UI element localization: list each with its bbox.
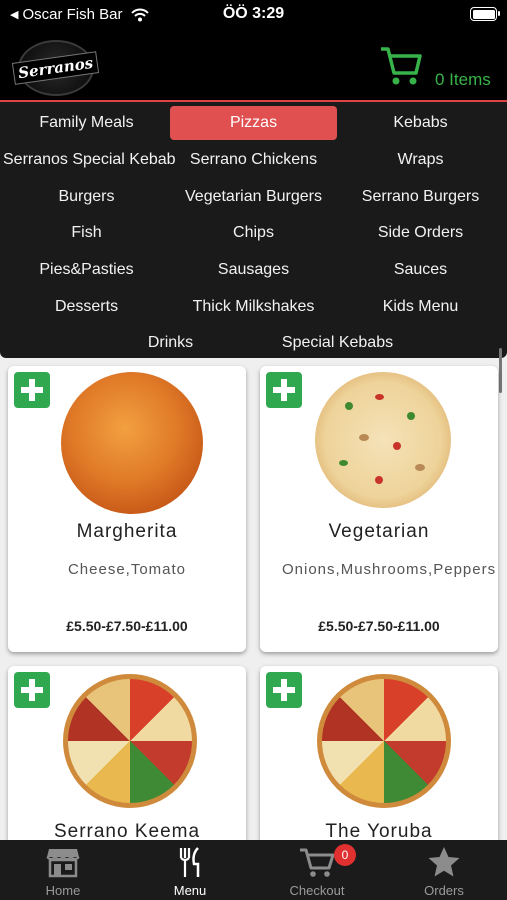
checkout-badge: 0 — [334, 844, 356, 866]
status-bar: ◀ Oscar Fish Bar ÖÖ 3:29 — [0, 0, 507, 30]
fork-knife-icon — [179, 847, 200, 877]
category-pies-pasties[interactable]: Pies&Pasties — [3, 253, 170, 287]
serrano-keema-pizza-image — [63, 674, 197, 808]
nav-checkout[interactable]: 0 Checkout — [254, 840, 380, 900]
app-header: Serranos 0 Items — [0, 30, 507, 100]
clock: ÖÖ 3:29 — [222, 5, 285, 22]
category-drinks[interactable]: Drinks — [87, 326, 254, 360]
nav-home[interactable]: Home — [0, 840, 126, 900]
margherita-pizza-image — [61, 372, 203, 514]
category-menu: Family Meals Pizzas Kebabs Serranos Spec… — [0, 100, 507, 358]
product-card-vegetarian[interactable]: Vegetarian Onions,Mushrooms,Peppers £5.5… — [260, 366, 498, 652]
product-description: Cheese,Tomato — [67, 561, 187, 578]
category-serrano-burgers[interactable]: Serrano Burgers — [337, 180, 504, 214]
bottom-navigation: Home Menu 0 Checkout Orders — [0, 840, 507, 900]
category-kids-menu[interactable]: Kids Menu — [337, 290, 504, 324]
category-sausages[interactable]: Sausages — [170, 253, 337, 287]
the-yoruba-pizza-image — [317, 674, 451, 808]
category-vegetarian-burgers[interactable]: Vegetarian Burgers — [170, 180, 337, 214]
add-to-cart-icon[interactable] — [14, 372, 50, 408]
nav-menu[interactable]: Menu — [127, 840, 253, 900]
store-icon — [46, 849, 80, 878]
category-wraps[interactable]: Wraps — [337, 143, 504, 177]
nav-orders-label: Orders — [424, 883, 464, 898]
cart-icon — [300, 848, 335, 877]
category-special-kebabs[interactable]: Special Kebabs — [254, 326, 421, 360]
category-side-orders[interactable]: Side Orders — [337, 216, 504, 250]
category-family-meals[interactable]: Family Meals — [3, 106, 170, 140]
add-to-cart-icon[interactable] — [266, 372, 302, 408]
logo-text: Serranos — [12, 51, 100, 85]
serranos-logo[interactable]: Serranos — [12, 40, 100, 96]
category-pizzas[interactable]: Pizzas — [170, 106, 337, 140]
product-price: £5.50-£7.50-£11.00 — [66, 618, 188, 634]
cart-button[interactable]: 0 Items — [379, 44, 499, 94]
category-chips[interactable]: Chips — [170, 216, 337, 250]
add-to-cart-icon[interactable] — [266, 672, 302, 708]
add-to-cart-icon[interactable] — [14, 672, 50, 708]
product-price: £5.50-£7.50-£11.00 — [318, 618, 440, 634]
category-fish[interactable]: Fish — [3, 216, 170, 250]
category-burgers[interactable]: Burgers — [3, 180, 170, 214]
category-sauces[interactable]: Sauces — [337, 253, 504, 287]
product-name: Margherita — [76, 521, 178, 542]
category-desserts[interactable]: Desserts — [3, 290, 170, 324]
nav-orders[interactable]: Orders — [381, 840, 507, 900]
nav-menu-label: Menu — [173, 883, 207, 898]
nav-home-label: Home — [45, 883, 81, 898]
product-description: Onions,Mushrooms,Peppers — [282, 561, 497, 578]
product-card-margherita[interactable]: Margherita Cheese,Tomato £5.50-£7.50-£11… — [8, 366, 246, 652]
vegetarian-pizza-image — [315, 372, 451, 508]
star-icon — [428, 847, 460, 877]
category-kebabs[interactable]: Kebabs — [337, 106, 504, 140]
product-name: Vegetarian — [328, 521, 430, 542]
category-serrano-chickens[interactable]: Serrano Chickens — [170, 143, 337, 177]
battery-icon — [470, 7, 500, 21]
cart-icon — [381, 47, 422, 85]
product-card-the-yoruba[interactable]: The Yoruba — [260, 666, 498, 866]
scroll-indicator — [499, 348, 502, 393]
product-card-serrano-keema[interactable]: Serrano Keema — [8, 666, 246, 866]
nav-checkout-label: Checkout — [289, 883, 345, 898]
category-thick-milkshakes[interactable]: Thick Milkshakes — [170, 290, 337, 324]
cart-items-count: 0 Items — [435, 70, 491, 89]
